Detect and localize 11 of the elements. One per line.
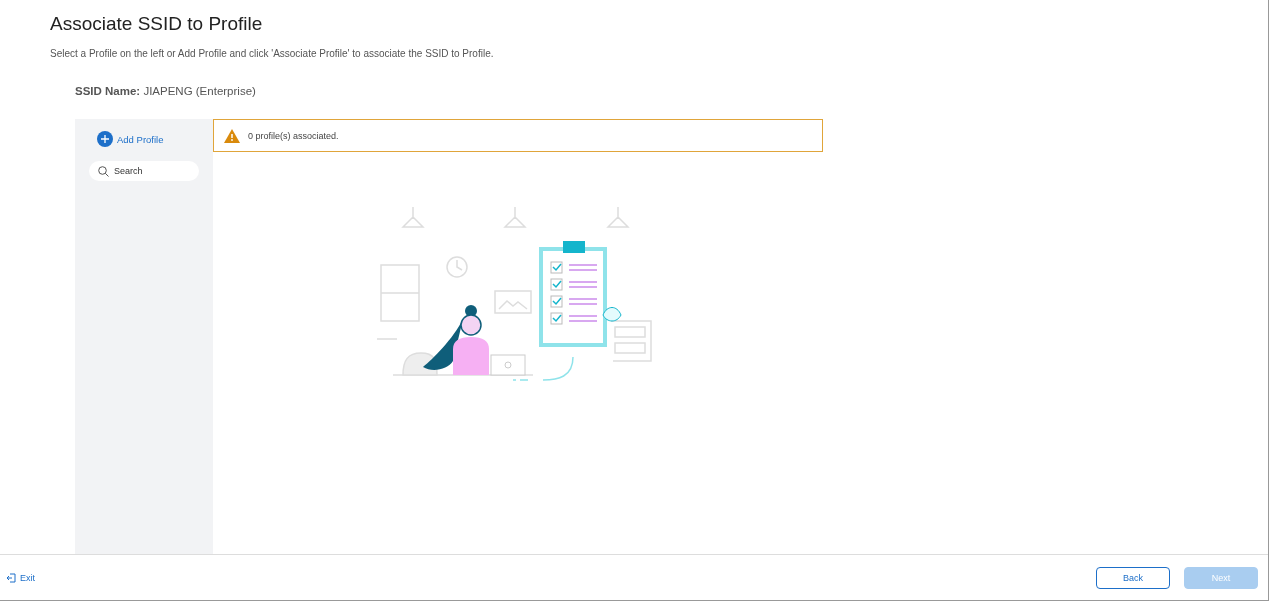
exit-icon	[6, 572, 16, 583]
alert-text: 0 profile(s) associated.	[248, 130, 339, 141]
ssid-name-text: SSID Name: JIAPENG (Enterprise)	[75, 85, 257, 97]
plus-icon	[97, 131, 113, 147]
back-button[interactable]: Back	[1096, 566, 1170, 589]
exit-button[interactable]: Exit	[6, 572, 35, 583]
instructions-text: Select a Profile on the left or Add Profile and click 'Associate Profile' to associate the SSID to Profile.	[50, 48, 495, 59]
add-profile-button[interactable]: Add Profile	[89, 131, 164, 147]
page-title: Associate SSID to Profile	[50, 12, 264, 36]
search-field[interactable]: Search	[89, 161, 199, 181]
warning-icon	[224, 128, 240, 143]
